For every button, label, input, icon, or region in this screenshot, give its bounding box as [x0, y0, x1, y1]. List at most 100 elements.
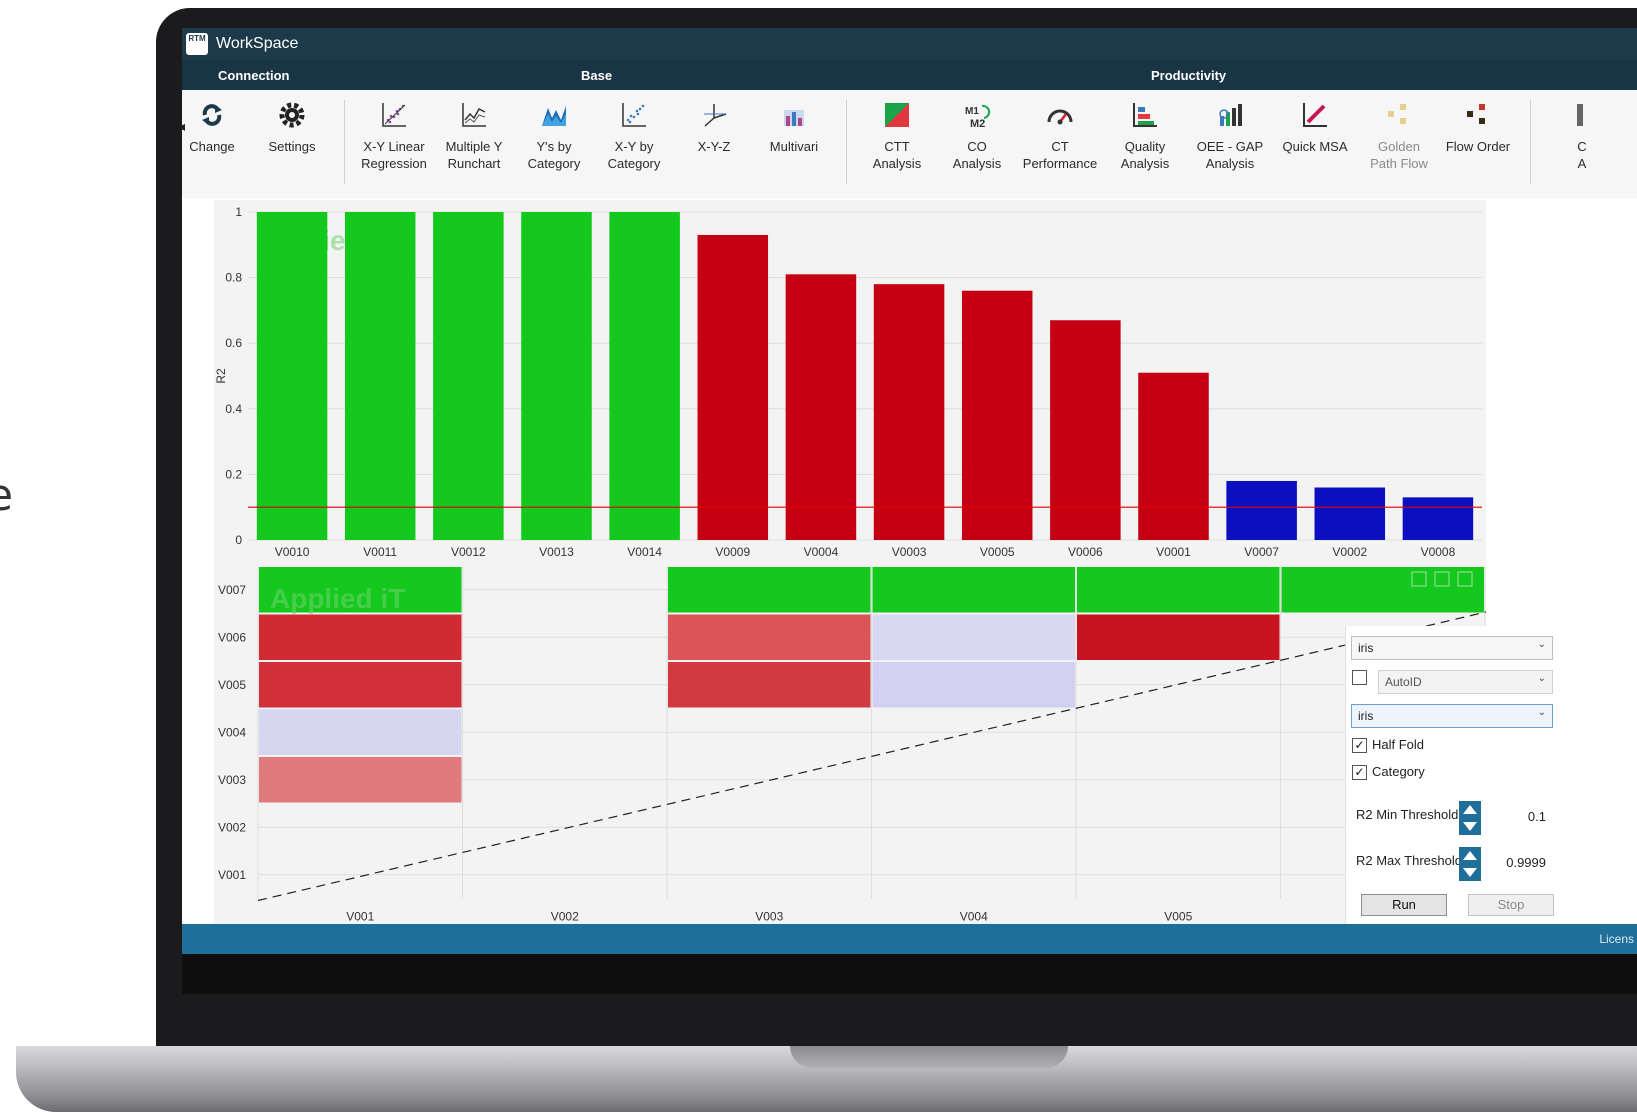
- spin-down-icon[interactable]: [1463, 822, 1477, 831]
- bar-V0001: [1138, 372, 1209, 540]
- group-header-productivity: Productivity: [1151, 68, 1227, 83]
- bar-V0008: [1402, 497, 1474, 540]
- r2-max-spinner[interactable]: [1459, 847, 1481, 881]
- group-header-base: Base: [581, 68, 613, 83]
- ribbon-button-x-y-z[interactable]: X-Y-Z: [674, 100, 754, 155]
- half-fold-checkbox[interactable]: ✓: [1352, 738, 1367, 753]
- ribbon-button-quality-analysis[interactable]: Quality Analysis: [1105, 100, 1185, 172]
- heatmap-cell-V004-V007: [872, 567, 1075, 613]
- gear-icon: [279, 102, 305, 128]
- refresh-icon: [202, 104, 222, 126]
- heatmap-x-label: V002: [551, 910, 579, 924]
- ribbon-button-quick-msa[interactable]: Quick MSA: [1275, 100, 1355, 155]
- autoid-select[interactable]: AutoID ⌄: [1378, 670, 1553, 694]
- r2-min-threshold-label: R2 Min Threshold: [1356, 807, 1459, 822]
- ribbon-button-multivari[interactable]: Multivari: [754, 100, 834, 155]
- heatmap-y-label: V006: [218, 630, 246, 644]
- bar-V0012: [433, 212, 504, 540]
- ribbon-button-oee-gap-analysis[interactable]: OEE - GAP Analysis: [1190, 100, 1270, 172]
- y-axis-label: R2: [214, 368, 228, 384]
- half-fold-label: Half Fold: [1372, 737, 1425, 752]
- ribbon-button-x-y-by-category[interactable]: X-Y by Category: [594, 100, 674, 172]
- x-tick-label: V0008: [1421, 545, 1456, 559]
- ribbon-button-golden-path-flow[interactable]: Golden Path Flow: [1359, 100, 1439, 172]
- bar-V0014: [609, 212, 680, 540]
- heatmap-cell-V003-V005: [668, 662, 871, 708]
- spin-up-icon[interactable]: [1463, 805, 1477, 814]
- category-label: Category: [1372, 764, 1425, 779]
- spin-up-icon[interactable]: [1463, 851, 1477, 860]
- x-tick-label: V0004: [804, 545, 839, 559]
- x-tick-label: V0005: [980, 545, 1015, 559]
- ribbon-button-ct-performance[interactable]: CT Performance: [1020, 100, 1100, 172]
- autoid-select-value: AutoID: [1385, 675, 1422, 689]
- ribbon-button-multiple-y-runchart[interactable]: Multiple Y Runchart: [434, 100, 514, 172]
- heatmap-cell-V003-V006: [668, 614, 871, 660]
- r2-min-spinner[interactable]: [1459, 801, 1481, 835]
- app-title: WorkSpace: [216, 35, 299, 52]
- x-tick-label: V0012: [451, 545, 486, 559]
- spin-down-icon[interactable]: [1463, 868, 1477, 877]
- screen-bezel: [182, 954, 1637, 994]
- stop-button[interactable]: Stop: [1468, 894, 1554, 916]
- run-button[interactable]: Run: [1361, 894, 1447, 916]
- heatmap-cell-V003-V007: [668, 567, 871, 613]
- ribbon-button-x-y-linear-regression[interactable]: X-Y Linear Regression: [354, 100, 434, 172]
- category-select-value: iris: [1358, 709, 1374, 723]
- y-tick-label: 0.8: [225, 271, 242, 285]
- r2-min-threshold-value[interactable]: 0.1: [1486, 809, 1546, 824]
- group-header-connection: Connection: [218, 68, 290, 83]
- app-window: RTM WorkSpace Connection Base Productivi…: [182, 28, 1637, 994]
- category-checkbox[interactable]: ✓: [1352, 765, 1367, 780]
- heatmap-y-label: V003: [218, 773, 246, 787]
- ribbon-button-label: Quality Analysis: [1120, 139, 1170, 171]
- oee-gap-icon: [1219, 104, 1242, 126]
- runchart-icon: [462, 103, 486, 127]
- ribbon-button-flow-order[interactable]: Flow Order: [1438, 100, 1518, 155]
- ribbon-toolbar: ◂ ChangeSettingsX-Y LinearRegressionMult…: [182, 90, 1637, 199]
- ribbon-button-label: X-Y by Category: [607, 139, 661, 171]
- ribbon-button-settings[interactable]: Settings: [252, 100, 332, 155]
- x-tick-label: V0003: [892, 545, 927, 559]
- x-tick-label: V0010: [275, 545, 310, 559]
- heatmap-cell-V005-V007: [1077, 567, 1280, 613]
- ctt-analysis-icon: [885, 103, 909, 127]
- dataset-select[interactable]: iris ⌄: [1351, 636, 1553, 660]
- x-tick-label: V0002: [1332, 545, 1367, 559]
- app-logo-icon: RTM: [186, 33, 208, 55]
- bar-V0005: [961, 290, 1033, 540]
- y-tick-label: 0.4: [225, 402, 242, 416]
- ribbon-button-label: CTT Analysis: [872, 139, 922, 171]
- quality-analysis-icon: [1133, 103, 1157, 127]
- r2-max-threshold-value[interactable]: 0.9999: [1486, 855, 1546, 870]
- x-tick-label: V0007: [1244, 545, 1279, 559]
- ribbon-button-label: Change: [189, 139, 235, 154]
- ribbon-button-y-s-by-category[interactable]: Y's by Category: [514, 100, 594, 172]
- x-tick-label: V0014: [627, 545, 662, 559]
- ribbon-button-change[interactable]: Change: [182, 100, 252, 155]
- heatmap-cell-V004-V005: [872, 662, 1075, 708]
- ribbon-separator: [344, 100, 345, 184]
- heatmap-x-label: V004: [960, 910, 988, 924]
- ribbon-button-label: CA: [1577, 139, 1587, 171]
- ribbon-button-ctt-analysis[interactable]: CTT Analysis: [857, 100, 937, 172]
- autoid-checkbox[interactable]: [1352, 670, 1367, 685]
- ribbon-button-label: Flow Order: [1445, 139, 1511, 154]
- ribbon-button-label: Settings: [268, 139, 316, 154]
- heatmap-y-label: V007: [218, 583, 246, 597]
- chevron-down-icon: ⌄: [1537, 639, 1546, 650]
- analysis-control-panel: iris ⌄ AutoID ⌄ iris ⌄ ✓ Half Fold ✓ Cat…: [1345, 626, 1564, 930]
- heatmap-x-label: V003: [755, 910, 783, 924]
- ribbon-button-label: Quick MSA: [1282, 139, 1348, 154]
- ribbon-button-c-a[interactable]: CA: [1542, 100, 1622, 172]
- cropped-text-glyph: e: [0, 470, 13, 521]
- heatmap-y-label: V004: [218, 725, 246, 739]
- ribbon-button-label: Y's by Category: [527, 139, 581, 171]
- ribbon-button-label: Multivari: [769, 139, 819, 154]
- category-chart-icon: [542, 106, 566, 126]
- category-select[interactable]: iris ⌄: [1351, 704, 1553, 728]
- flow-order-icon: [1467, 104, 1485, 124]
- ribbon-button-co-analysis[interactable]: M1 M2 CO Analysis: [937, 100, 1017, 172]
- heatmap-cell-V001-V005: [259, 662, 462, 708]
- ribbon-button-label: Golden Path Flow: [1370, 139, 1428, 171]
